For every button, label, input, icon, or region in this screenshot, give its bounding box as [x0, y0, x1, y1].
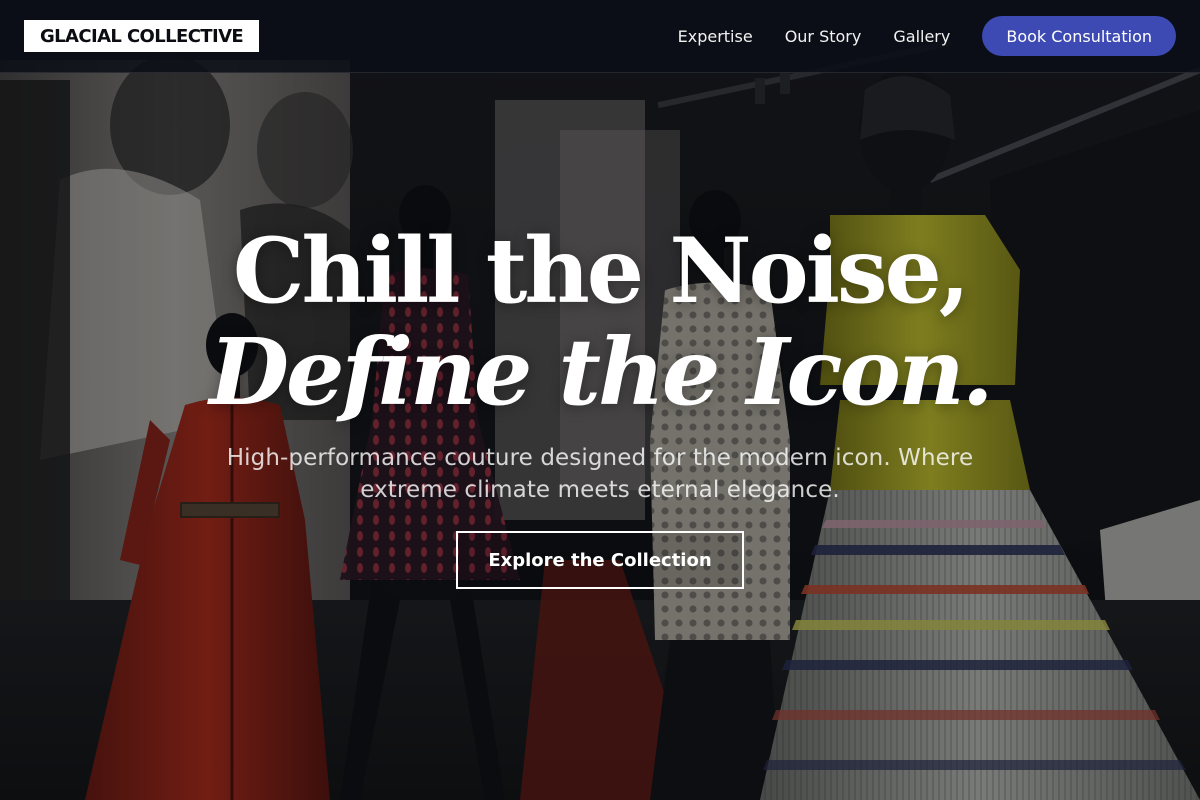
- nav-link-expertise[interactable]: Expertise: [678, 27, 753, 46]
- book-consultation-button[interactable]: Book Consultation: [982, 16, 1176, 56]
- nav-link-our-story[interactable]: Our Story: [785, 27, 862, 46]
- hero-subtext: High-performance couture designed for th…: [226, 445, 974, 503]
- main-nav: Expertise Our Story Gallery Book Consult…: [678, 16, 1176, 56]
- hero-section: Chill the Noise, Define the Icon. High-p…: [0, 0, 1200, 800]
- explore-collection-button[interactable]: Explore the Collection: [456, 531, 744, 589]
- nav-link-gallery[interactable]: Gallery: [893, 27, 950, 46]
- top-navbar: GLACIAL COLLECTIVE Expertise Our Story G…: [0, 0, 1200, 73]
- hero-headline-line1: Chill the Noise,: [232, 218, 970, 324]
- brand-logo[interactable]: GLACIAL COLLECTIVE: [24, 20, 260, 52]
- hero-headline-line2: Define the Icon.: [209, 318, 994, 426]
